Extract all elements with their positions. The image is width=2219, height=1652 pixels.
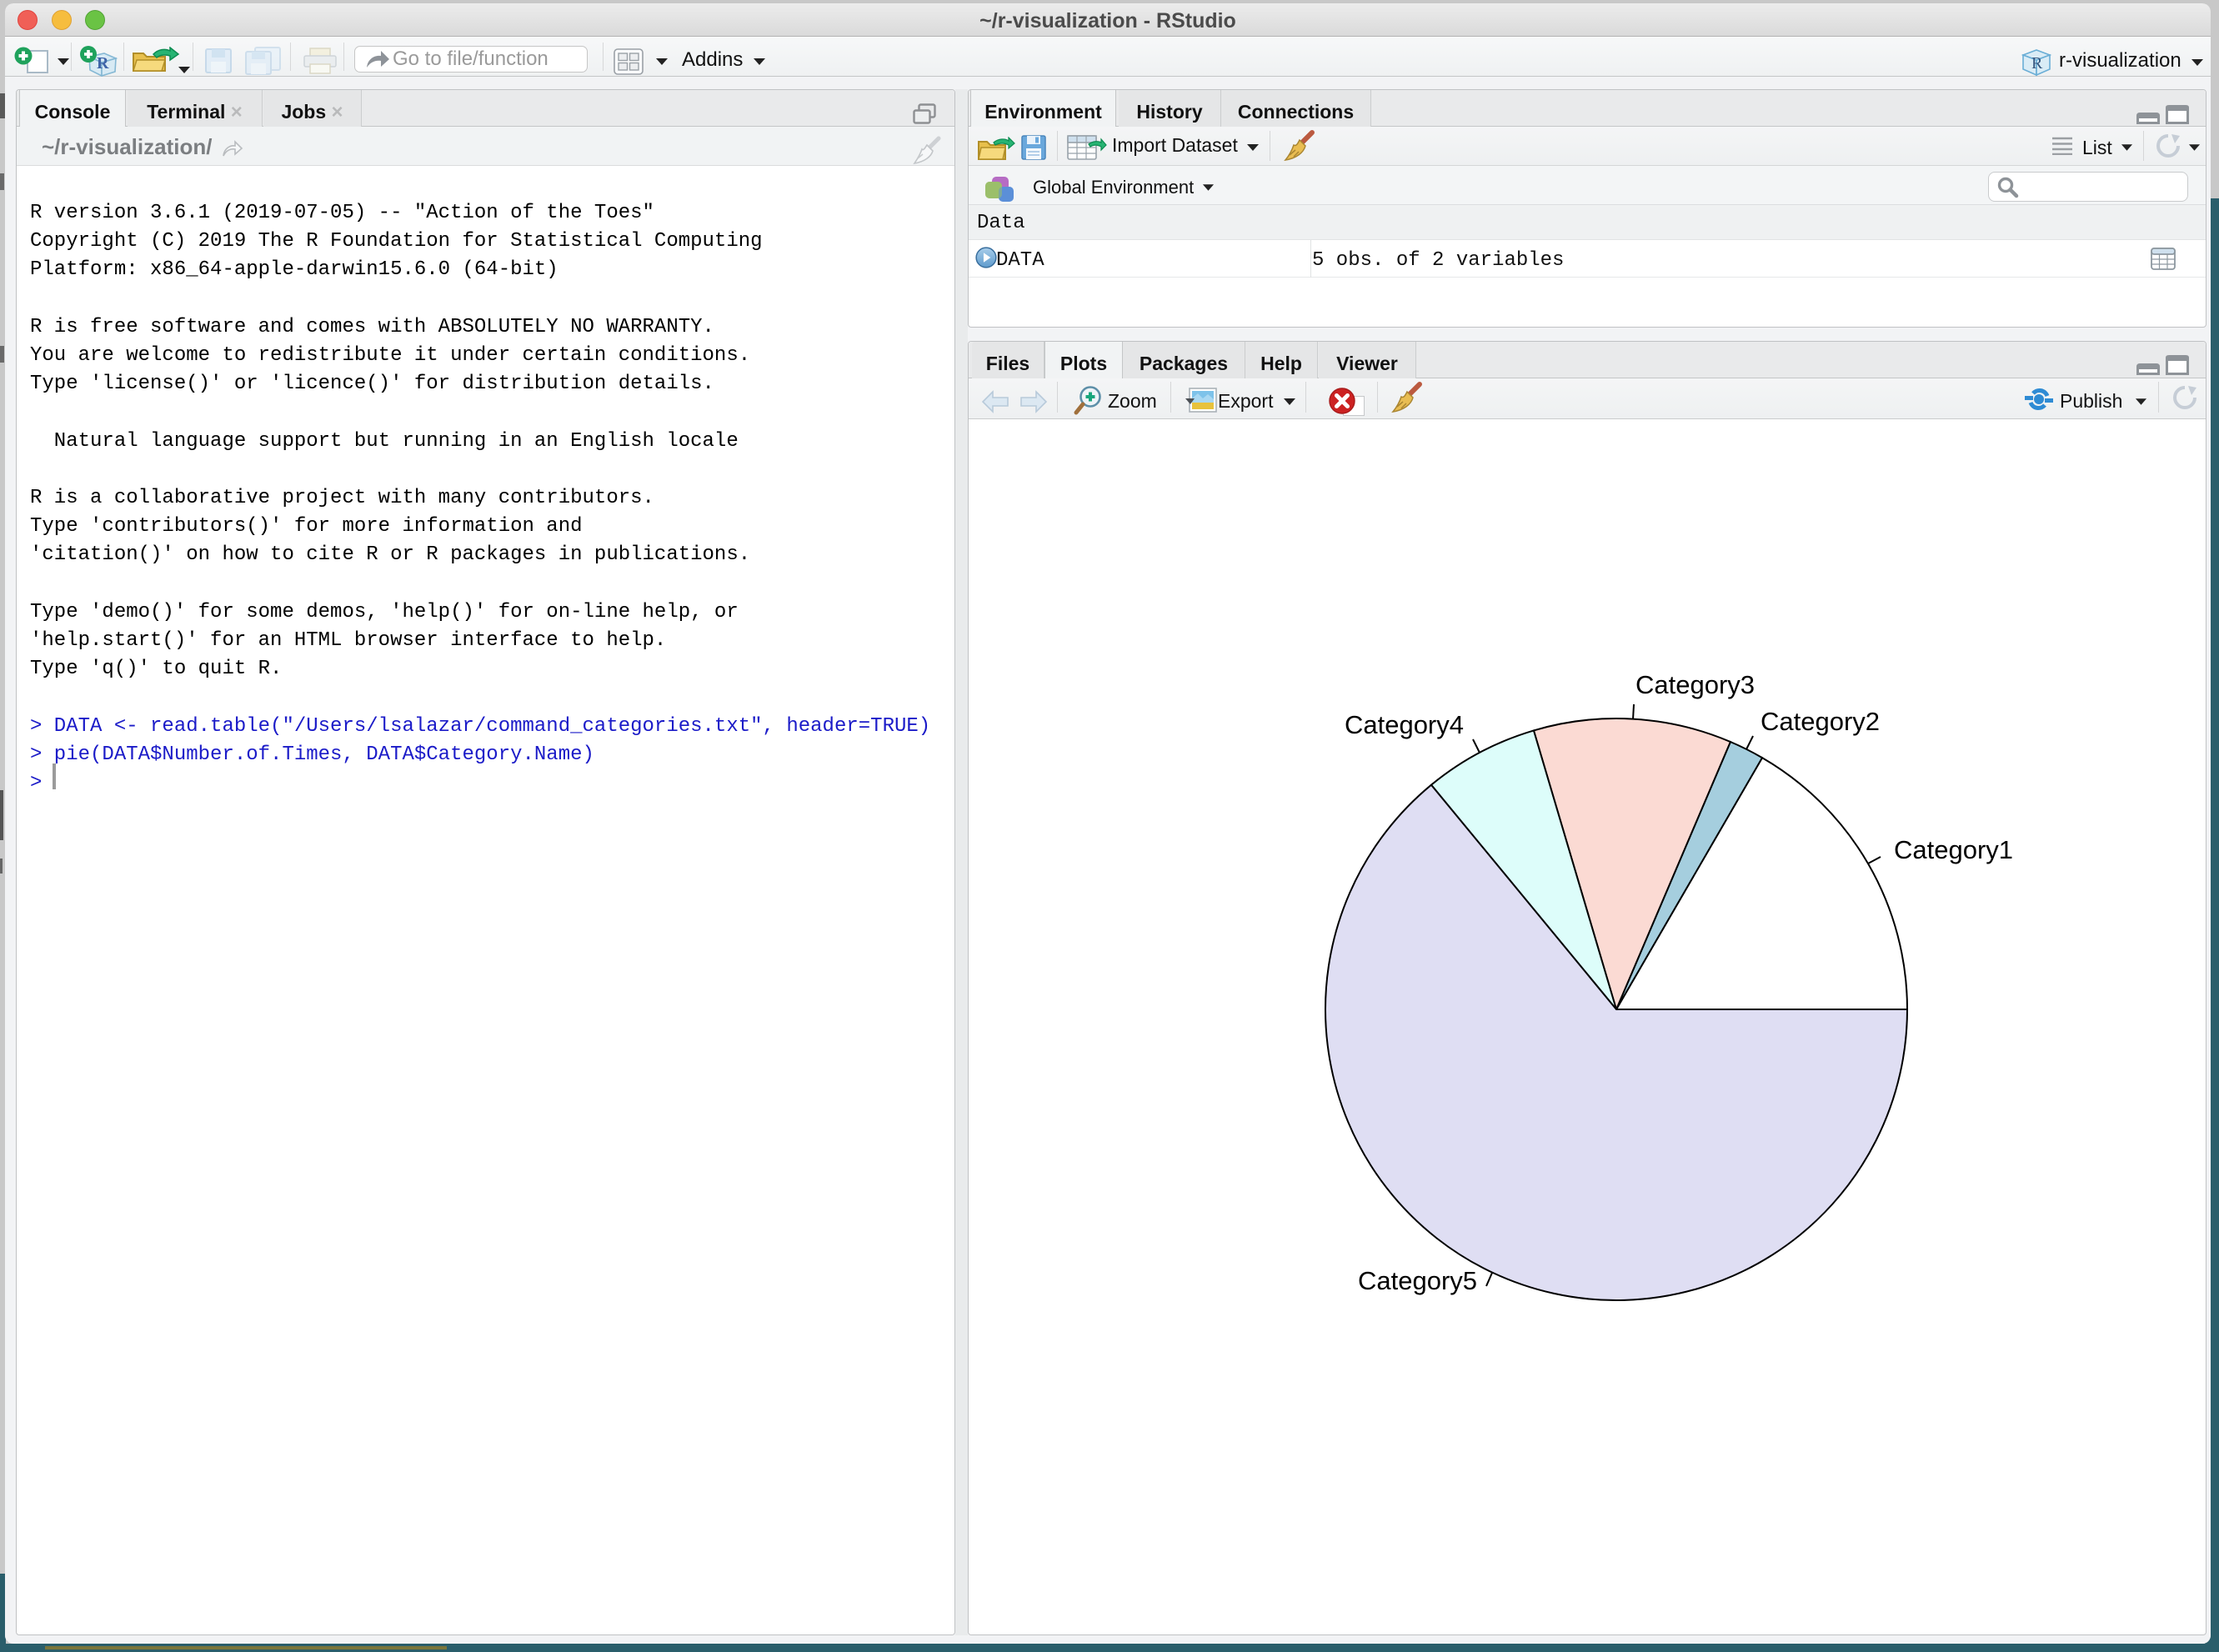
svg-text:R: R — [97, 54, 109, 73]
svg-text:Category3: Category3 — [1635, 670, 1755, 699]
svg-text:Category5: Category5 — [1358, 1266, 1477, 1295]
svg-text:Category4: Category4 — [1345, 710, 1464, 739]
svg-text:R: R — [2031, 54, 2043, 73]
svg-text:Category2: Category2 — [1761, 707, 1880, 736]
svg-text:Category1: Category1 — [1894, 835, 2013, 864]
